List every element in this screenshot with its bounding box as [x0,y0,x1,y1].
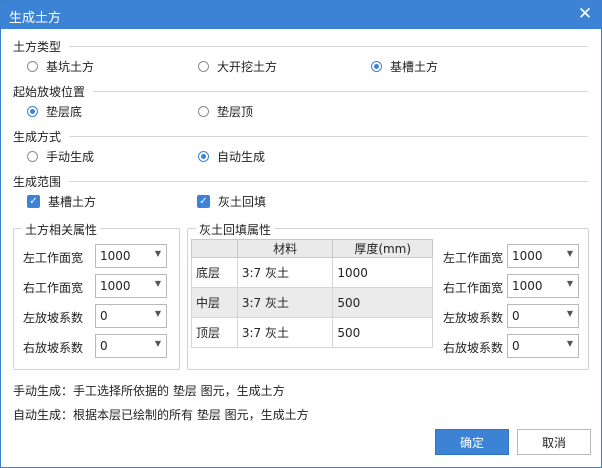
radio-selected-icon [371,61,382,72]
earthwork-type-label: 土方类型 [13,40,62,54]
material-cell[interactable]: 3:7 灰土 [236,257,334,288]
dropdown-arrow-icon: ▼ [566,339,573,348]
divider [69,136,588,137]
combo-value: 1000 [100,279,131,293]
left-slope-coef-combo[interactable]: 0 ▼ [95,304,167,328]
layer-cell: 底层 [191,257,238,288]
radio-icon [198,106,209,117]
layer-cell: 中层 [191,287,238,318]
radio-open-excavation[interactable]: 大开挖土方 [198,58,277,75]
group-title: 灰土回填属性 [196,221,275,238]
material-cell[interactable]: 3:7 灰土 [236,287,334,318]
table-row[interactable]: 顶层 3:7 灰土 500 [191,317,433,348]
combo-value: 1000 [512,279,543,293]
divider [69,46,588,47]
auto-generate-note: 自动生成：根据本层已绘制的所有 垫层 图元，生成土方 [13,408,309,422]
backfill-right-slope-coef-combo[interactable]: 0 ▼ [507,334,579,358]
radio-label: 手动生成 [46,150,95,164]
table-row[interactable]: 底层 3:7 灰土 1000 [191,257,433,288]
slope-start-label: 起始放坡位置 [13,85,86,99]
radio-cushion-top[interactable]: 垫层顶 [198,103,253,120]
backfill-left-work-width-combo[interactable]: 1000 ▼ [507,244,579,268]
radio-label: 垫层底 [46,105,83,119]
thickness-cell[interactable]: 500 [332,287,433,318]
right-slope-coef-combo[interactable]: 0 ▼ [95,334,167,358]
backfill-left-work-width-label: 左工作面宽 [443,251,504,265]
radio-label: 大开挖土方 [217,60,278,74]
radio-selected-icon [27,106,38,117]
combo-value: 1000 [512,249,543,263]
thickness-cell[interactable]: 1000 [332,257,433,288]
radio-trench-earthwork[interactable]: 基槽土方 [371,58,438,75]
left-work-width-combo[interactable]: 1000 ▼ [95,244,167,268]
checkbox-lime-backfill[interactable]: ✓ 灰土回填 [197,193,266,210]
thickness-cell[interactable]: 500 [332,317,433,348]
dropdown-arrow-icon: ▼ [154,249,161,258]
combo-value: 0 [512,309,520,323]
checkbox-trench-earthwork[interactable]: ✓ 基槽土方 [27,193,96,210]
radio-label: 基槽土方 [390,60,439,74]
radio-icon [27,61,38,72]
right-work-width-label: 右工作面宽 [23,281,84,295]
divider [93,91,588,92]
ok-button[interactable]: 确定 [435,429,509,455]
left-slope-coef-label: 左放坡系数 [23,311,84,325]
combo-value: 0 [512,339,520,353]
backfill-right-work-width-combo[interactable]: 1000 ▼ [507,274,579,298]
dropdown-arrow-icon: ▼ [566,309,573,318]
checkmark-icon: ✓ [197,195,210,208]
group-title: 土方相关属性 [22,221,101,238]
layer-cell: 顶层 [191,317,238,348]
header-cell: 厚度(mm) [332,239,433,258]
checkbox-label: 灰土回填 [218,195,267,209]
radio-pit-earthwork[interactable]: 基坑土方 [27,58,94,75]
dropdown-arrow-icon: ▼ [154,279,161,288]
radio-icon [198,61,209,72]
radio-label: 自动生成 [217,150,266,164]
header-cell [191,239,238,258]
generate-earthwork-dialog: 生成土方 ✕ 土方类型 基坑土方 大开挖土方 基槽土方 起始放坡位置 垫层底 垫… [0,0,602,468]
generation-scope-label: 生成范围 [13,175,62,189]
backfill-right-work-width-label: 右工作面宽 [443,281,504,295]
radio-icon [27,151,38,162]
generation-mode-label: 生成方式 [13,130,62,144]
table-header-row: 材料 厚度(mm) [191,239,433,258]
radio-manual-generate[interactable]: 手动生成 [27,148,94,165]
combo-value: 1000 [100,249,131,263]
divider [69,181,588,182]
radio-selected-icon [198,151,209,162]
header-cell: 材料 [236,239,334,258]
manual-generate-note: 手动生成：手工选择所依据的 垫层 图元，生成土方 [13,384,285,398]
dropdown-arrow-icon: ▼ [154,309,161,318]
material-cell[interactable]: 3:7 灰土 [236,317,334,348]
backfill-left-slope-coef-combo[interactable]: 0 ▼ [507,304,579,328]
dropdown-arrow-icon: ▼ [566,249,573,258]
left-work-width-label: 左工作面宽 [23,251,84,265]
combo-value: 0 [100,309,108,323]
radio-auto-generate[interactable]: 自动生成 [198,148,265,165]
title-bar: 生成土方 ✕ [1,1,601,29]
backfill-left-slope-coef-label: 左放坡系数 [443,311,504,325]
cancel-button[interactable]: 取消 [517,429,591,455]
table-row[interactable]: 中层 3:7 灰土 500 [191,287,433,318]
dropdown-arrow-icon: ▼ [566,279,573,288]
radio-label: 基坑土方 [46,60,95,74]
dialog-title: 生成土方 [9,11,62,26]
radio-cushion-bottom[interactable]: 垫层底 [27,103,82,120]
checkmark-icon: ✓ [27,195,40,208]
right-work-width-combo[interactable]: 1000 ▼ [95,274,167,298]
checkbox-label: 基槽土方 [48,195,97,209]
combo-value: 0 [100,339,108,353]
right-slope-coef-label: 右放坡系数 [23,341,84,355]
close-icon[interactable]: ✕ [575,3,595,25]
radio-label: 垫层顶 [217,105,254,119]
backfill-right-slope-coef-label: 右放坡系数 [443,341,504,355]
backfill-layer-table: 材料 厚度(mm) 底层 3:7 灰土 1000 中层 3:7 灰土 500 顶… [191,239,433,348]
dropdown-arrow-icon: ▼ [154,339,161,348]
